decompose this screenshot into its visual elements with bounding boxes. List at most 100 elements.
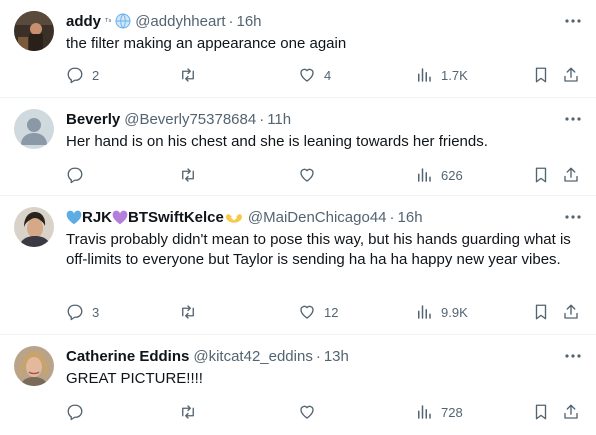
retweet-button[interactable] <box>179 302 197 322</box>
share-icon <box>564 167 578 182</box>
display-name[interactable]: Catherine Eddins <box>66 348 189 365</box>
more-options-icon[interactable] <box>564 110 582 128</box>
views-icon <box>418 168 431 182</box>
views-icon <box>418 305 431 319</box>
tweet[interactable]: Catherine Eddins @kitcat42_eddins · 13h … <box>0 335 596 435</box>
views-icon <box>418 405 431 419</box>
tweet-text: Travis probably didn't mean to pose this… <box>66 231 571 268</box>
timestamp[interactable]: 16h <box>398 209 423 226</box>
reply-icon <box>67 404 83 421</box>
share-icon <box>564 404 578 419</box>
avatar[interactable] <box>14 109 54 149</box>
action-bar: 626 <box>66 165 582 185</box>
like-button[interactable] <box>298 402 316 422</box>
reply-button[interactable]: 3 <box>66 302 99 322</box>
reply-button[interactable] <box>66 165 84 185</box>
timestamp[interactable]: 13h <box>324 348 349 365</box>
separator-dot: · <box>228 12 234 30</box>
share-button[interactable] <box>562 65 580 85</box>
heart-icon <box>300 305 314 319</box>
retweet-button[interactable] <box>179 402 197 422</box>
bookmark-button[interactable] <box>532 165 550 185</box>
display-name[interactable]: Beverly <box>66 111 120 128</box>
tweet[interactable]: Beverly @Beverly75378684 · 11h Her hand … <box>0 98 596 196</box>
tweet-text: Her hand is on his chest and she is lean… <box>66 133 488 150</box>
views-button[interactable]: 9.9K <box>415 302 468 322</box>
tweet[interactable]: RJK BTSwiftKelce @MaiDenChicago44 · 16h … <box>0 196 596 335</box>
avatar[interactable] <box>14 346 54 386</box>
separator-dot: · <box>259 110 265 128</box>
view-count: 626 <box>441 167 463 183</box>
like-count: 4 <box>324 67 332 83</box>
action-bar: 3 12 9.9K <box>66 302 582 322</box>
reply-feed: addy ᵀˢ @addyhheart · 16h the filter mak… <box>0 0 596 435</box>
more-options-icon[interactable] <box>564 208 582 226</box>
action-bar: 2 4 1.7K <box>66 65 582 85</box>
heart-icon <box>300 68 314 82</box>
retweet-button[interactable] <box>179 65 197 85</box>
views-icon <box>418 68 431 82</box>
timestamp[interactable]: 16h <box>237 13 262 30</box>
user-handle[interactable]: @addyhheart <box>135 13 225 30</box>
globe-icon <box>115 13 131 29</box>
reply-icon <box>67 67 83 84</box>
like-button[interactable]: 4 <box>298 65 331 85</box>
views-button[interactable]: 626 <box>415 165 463 185</box>
bookmark-icon <box>535 167 547 183</box>
user-handle[interactable]: @Beverly75378684 <box>124 111 256 128</box>
user-handle[interactable]: @kitcat42_eddins <box>193 348 312 365</box>
retweet-icon <box>182 168 194 182</box>
tweet-text: GREAT PICTURE!!!! <box>66 370 203 387</box>
bookmark-button[interactable] <box>532 65 550 85</box>
more-options-icon[interactable] <box>564 347 582 365</box>
action-bar: 728 <box>66 402 582 422</box>
share-button[interactable] <box>562 165 580 185</box>
heart-icon <box>300 405 314 419</box>
display-name-part1[interactable]: RJK <box>82 209 112 226</box>
separator-dot: · <box>389 208 395 226</box>
bookmark-icon <box>535 404 547 420</box>
tweet-header: Catherine Eddins @kitcat42_eddins · 13h <box>66 346 349 366</box>
view-count: 1.7K <box>441 67 468 83</box>
name-suffix: ᵀˢ <box>105 16 112 26</box>
more-options-icon[interactable] <box>564 12 582 30</box>
like-button[interactable] <box>298 165 316 185</box>
bookmark-icon <box>535 67 547 83</box>
display-name-part2[interactable]: BTSwiftKelce <box>128 209 224 226</box>
reply-count: 3 <box>92 304 100 320</box>
purple-heart-icon <box>112 210 128 225</box>
tweet-text: the filter making an appearance one agai… <box>66 35 347 52</box>
bookmark-icon <box>535 304 547 320</box>
retweet-icon <box>182 68 194 82</box>
user-handle[interactable]: @MaiDenChicago44 <box>248 209 387 226</box>
reply-icon <box>67 304 83 321</box>
tweet-header: RJK BTSwiftKelce @MaiDenChicago44 · 16h <box>66 207 423 227</box>
timestamp[interactable]: 11h <box>267 111 291 128</box>
like-count: 12 <box>324 304 339 320</box>
reply-button[interactable] <box>66 402 84 422</box>
views-button[interactable]: 728 <box>415 402 463 422</box>
share-button[interactable] <box>562 402 580 422</box>
display-name[interactable]: addy <box>66 13 101 30</box>
like-button[interactable]: 12 <box>298 302 338 322</box>
reply-button[interactable]: 2 <box>66 65 99 85</box>
view-count: 728 <box>441 404 463 420</box>
views-button[interactable]: 1.7K <box>415 65 468 85</box>
reply-count: 2 <box>92 67 100 83</box>
reply-icon <box>67 167 83 184</box>
retweet-icon <box>182 305 194 319</box>
view-count: 9.9K <box>441 304 468 320</box>
share-button[interactable] <box>562 302 580 322</box>
retweet-button[interactable] <box>179 165 197 185</box>
tweet-header: Beverly @Beverly75378684 · 11h <box>66 109 291 129</box>
tweet-header: addy ᵀˢ @addyhheart · 16h <box>66 11 262 31</box>
avatar[interactable] <box>14 11 54 51</box>
blue-heart-icon <box>66 210 82 225</box>
heart-icon <box>300 168 314 182</box>
heart-hands-icon <box>224 210 244 225</box>
tweet[interactable]: addy ᵀˢ @addyhheart · 16h the filter mak… <box>0 0 596 98</box>
share-icon <box>564 304 578 319</box>
avatar[interactable] <box>14 207 54 247</box>
bookmark-button[interactable] <box>532 402 550 422</box>
bookmark-button[interactable] <box>532 302 550 322</box>
